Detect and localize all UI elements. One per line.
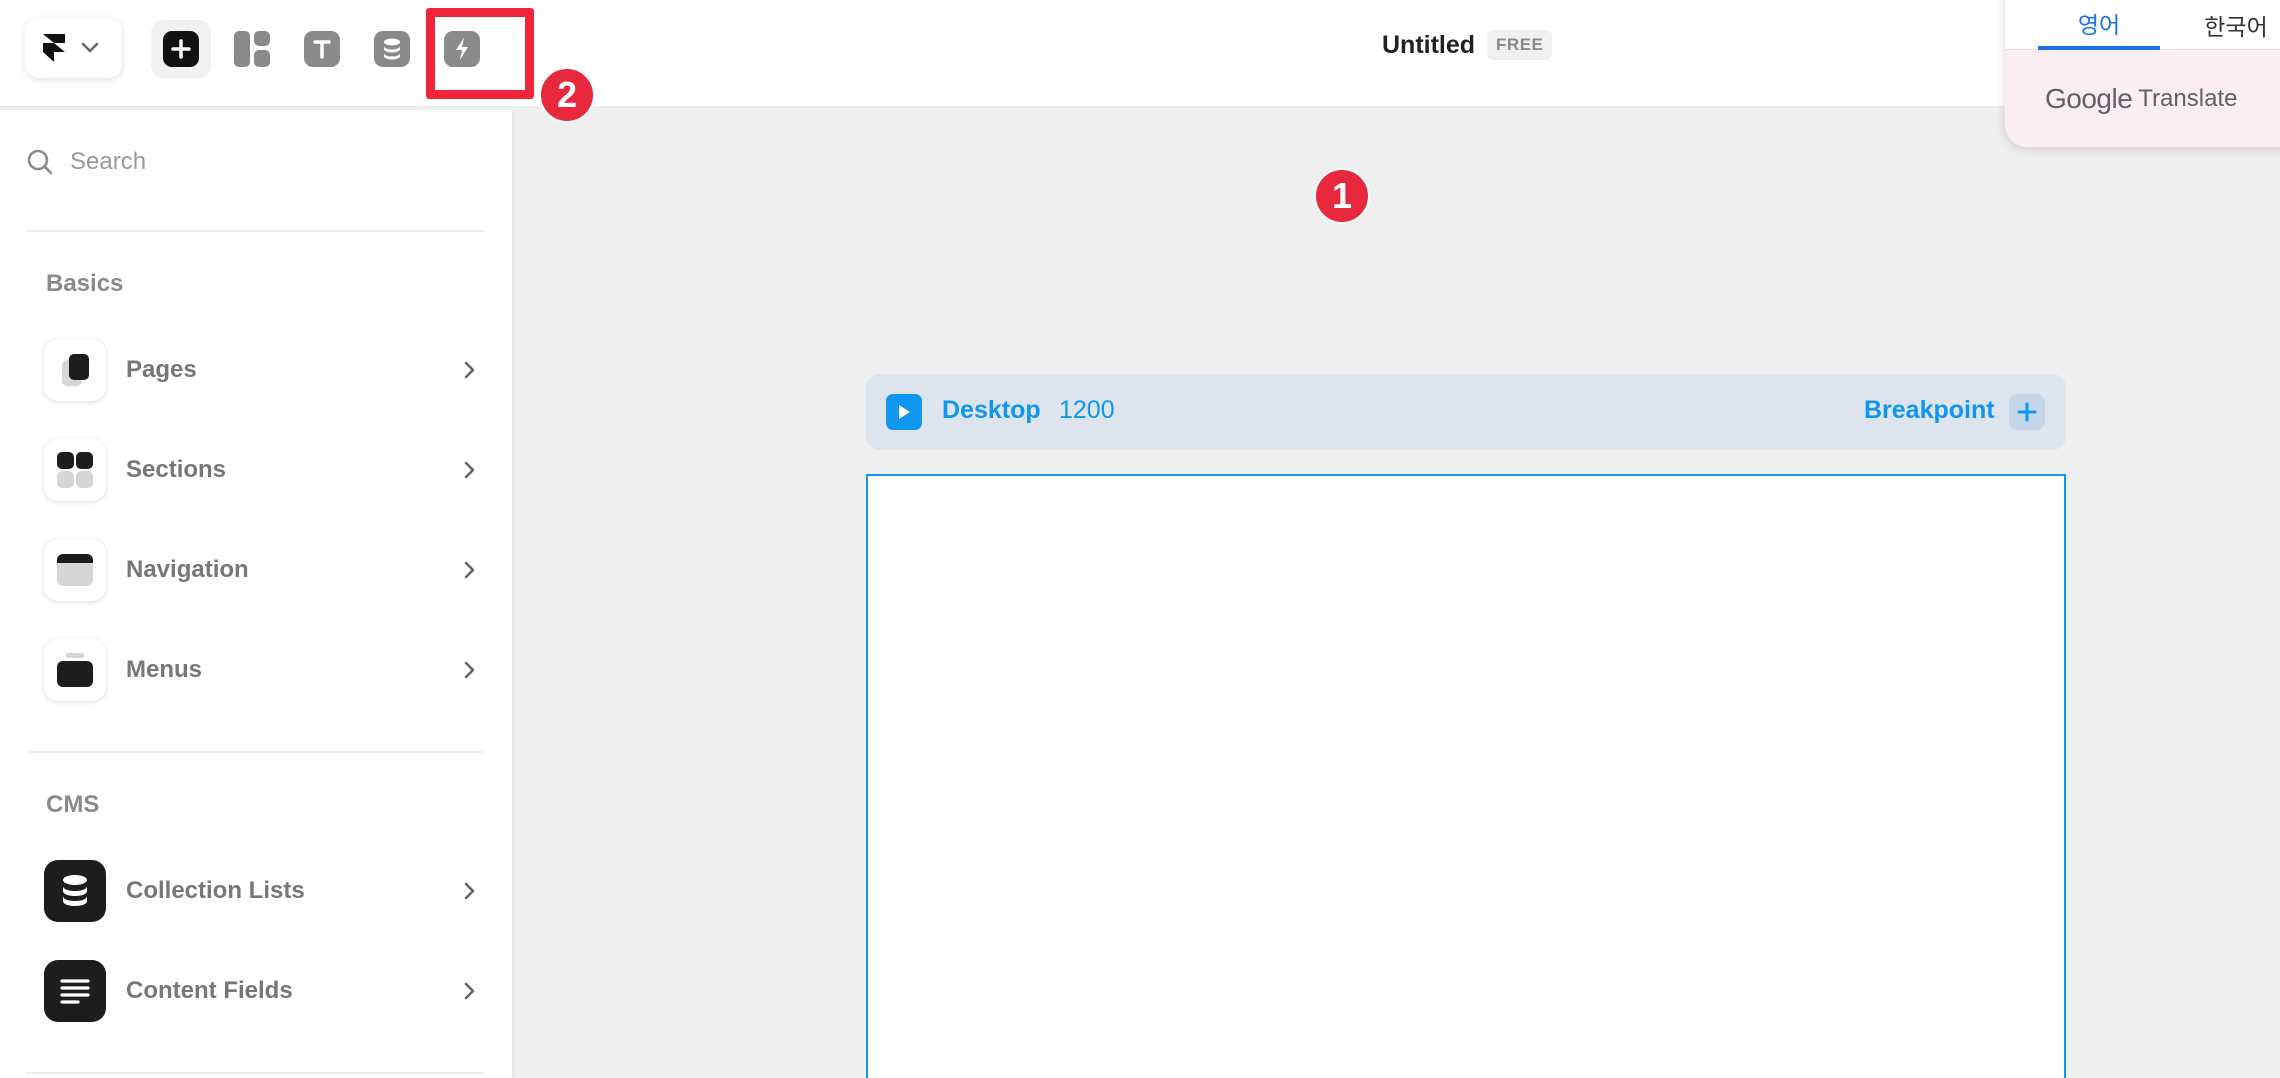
insert-tool-button[interactable] — [151, 20, 211, 78]
text-lines-icon — [44, 960, 106, 1022]
project-title[interactable]: Untitled — [1382, 31, 1475, 60]
sidebar-item-label: Navigation — [126, 556, 249, 583]
sidebar-item-label: Menus — [126, 656, 203, 683]
database-icon — [384, 38, 400, 60]
breakpoint-width: 1200 — [1059, 396, 1115, 424]
breakpoint-bar[interactable]: Desktop 1200 Breakpoint — [866, 374, 2066, 450]
layout-tool-button[interactable] — [222, 20, 282, 78]
sidebar-item-sections[interactable]: Sections — [44, 438, 484, 502]
chevron-right-icon — [456, 656, 484, 684]
divider — [26, 751, 484, 753]
tab-korean[interactable]: 한국어 — [2180, 0, 2280, 50]
menus-icon — [44, 639, 106, 701]
search-icon — [27, 149, 53, 175]
tab-english[interactable]: 영어 — [2038, 0, 2160, 50]
sidebar-item-label: Sections — [126, 456, 227, 483]
google-wordmark: Google — [2045, 82, 2133, 114]
chevron-right-icon — [456, 877, 484, 905]
translate-tabs: 영어 한국어 — [2005, 0, 2280, 50]
chevron-right-icon — [456, 977, 484, 1005]
search-input[interactable]: Search — [70, 148, 146, 176]
play-icon — [899, 405, 910, 419]
preview-play-button[interactable] — [886, 394, 922, 430]
google-translate-popup: 영어 한국어 Google Translate — [2005, 0, 2280, 147]
annotation-badge-1: 1 — [1314, 168, 1370, 224]
google-translate-brand: Google Translate — [2005, 50, 2280, 147]
navigation-icon — [44, 539, 106, 601]
top-toolbar: Untitled FREE — [0, 0, 2280, 108]
section-title-basics: Basics — [46, 270, 124, 297]
translate-wordmark: Translate — [2138, 84, 2238, 112]
layout-icon — [234, 31, 270, 67]
chevron-down-icon — [81, 42, 99, 53]
annotation-highlight-box — [426, 8, 534, 99]
annotation-badge-2: 2 — [539, 67, 595, 123]
chevron-right-icon — [456, 456, 484, 484]
cms-tool-button[interactable] — [362, 20, 422, 78]
search-field[interactable]: Search — [26, 148, 146, 176]
sidebar-item-navigation[interactable]: Navigation — [44, 538, 484, 602]
framer-logo-icon — [43, 34, 65, 62]
pages-icon — [44, 339, 106, 401]
database-icon — [44, 860, 106, 922]
sidebar-item-content-fields[interactable]: Content Fields — [44, 959, 484, 1023]
sidebar-item-label: Pages — [126, 356, 197, 383]
plus-icon — [171, 39, 191, 59]
plus-icon — [2017, 402, 2037, 422]
chevron-right-icon — [456, 356, 484, 384]
add-breakpoint-button[interactable] — [2009, 394, 2045, 430]
plan-badge: FREE — [1487, 30, 1553, 60]
sidebar-item-menus[interactable]: Menus — [44, 638, 484, 702]
sidebar-item-label: Collection Lists — [126, 877, 305, 904]
divider — [26, 1072, 484, 1074]
project-menu-button[interactable] — [25, 18, 122, 78]
insert-panel: Search Basics Pages Sections Navigation … — [0, 110, 514, 1078]
breakpoint-name[interactable]: Desktop — [942, 396, 1041, 425]
sidebar-item-collection-lists[interactable]: Collection Lists — [44, 859, 484, 923]
add-breakpoint-label[interactable]: Breakpoint — [1864, 396, 1995, 425]
section-title-cms: CMS — [46, 791, 100, 818]
divider — [26, 230, 484, 232]
text-tool-button[interactable] — [292, 20, 352, 78]
chevron-right-icon — [456, 556, 484, 584]
project-title-group: Untitled FREE — [1382, 30, 1553, 60]
text-icon — [313, 40, 331, 59]
sidebar-item-label: Content Fields — [126, 977, 293, 1004]
desktop-frame[interactable] — [866, 474, 2066, 1078]
sections-icon — [44, 439, 106, 501]
sidebar-item-pages[interactable]: Pages — [44, 338, 484, 402]
